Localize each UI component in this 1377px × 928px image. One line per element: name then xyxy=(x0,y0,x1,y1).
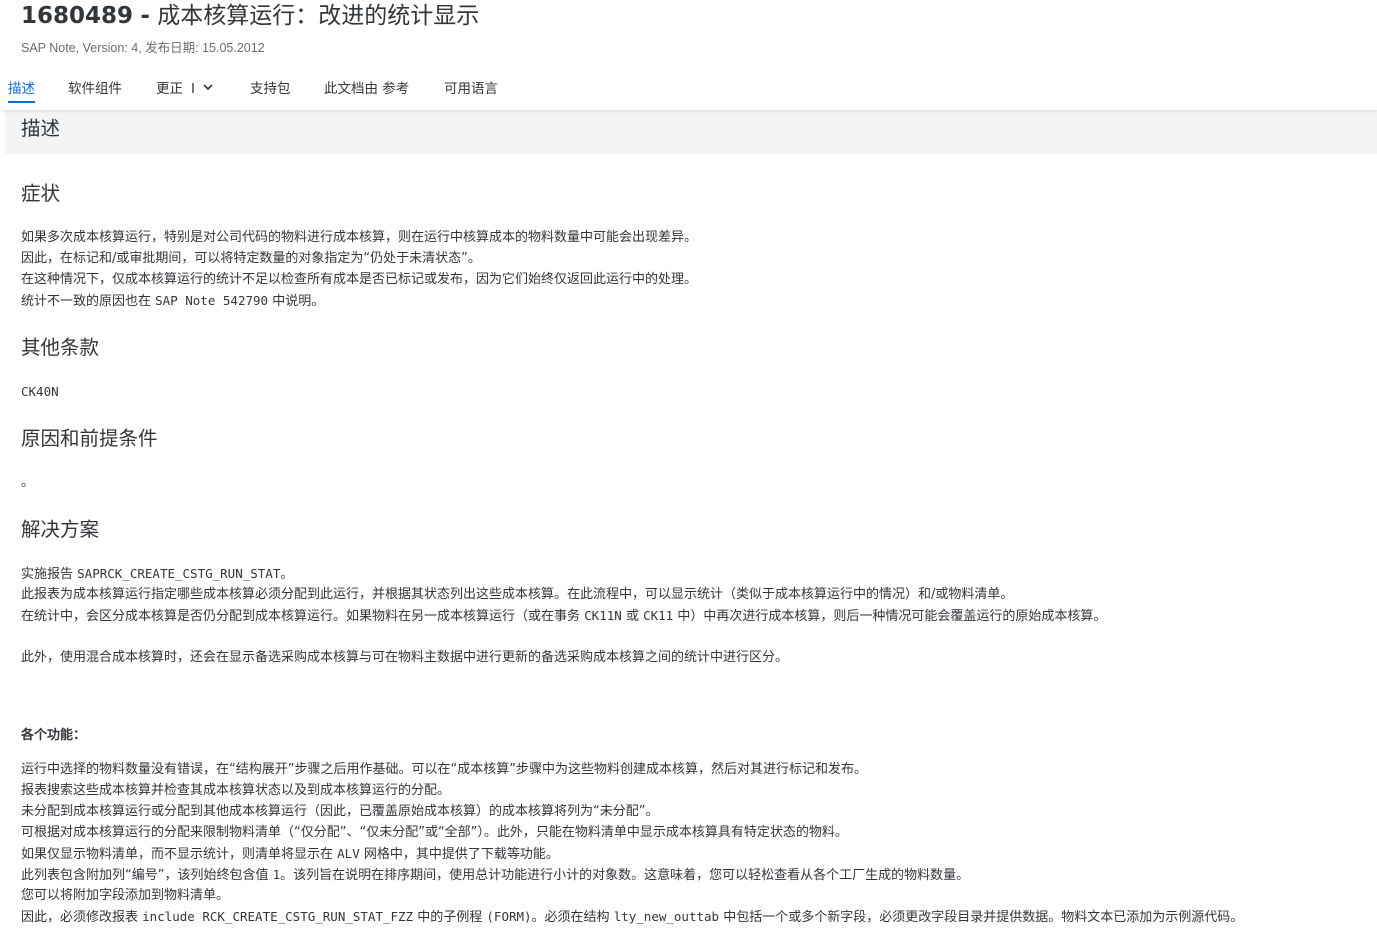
solution-text-fragment: 中）中再次进行成本核算，则后一种情况可能会覆盖运行的原始成本核算。 xyxy=(677,609,1107,624)
solution-text-fragment: 在统计中，会区分成本核算是否仍分配到成本核算运行。如果物料在另一成本核算运行（或… xyxy=(21,609,581,624)
function-text-fragment: 中包括一个或多个新字段，必须更改字段目录并提供数据。物料文本已添加为示例源代码。 xyxy=(723,910,1244,925)
tab-referenced-by[interactable]: 此文档由 参考 xyxy=(324,72,409,110)
tab-bar: 描述 软件组件 更正 I 支持包 此文档由 参考 可用语言 xyxy=(0,72,1377,110)
tab-corrections-count: I xyxy=(191,81,195,97)
tab-description[interactable]: 描述 xyxy=(8,72,35,110)
symptom-line: 如果多次成本核算运行，特别是对公司代码的物料进行成本核算，则在运行中核算成本的物… xyxy=(21,230,698,245)
solution-text-fragment: 或 xyxy=(625,609,639,624)
page-title: 1680489 - 成本核算运行：改进的统计显示 xyxy=(21,1,479,31)
solution-line: 实施报告 SAPRCK_CREATE_CSTG_RUN_STAT。 xyxy=(21,563,1106,584)
function-line: 运行中选择的物料数量没有错误，在“结构展开”步骤之后用作基础。可以在“成本核算”… xyxy=(21,762,867,777)
tab-software-components[interactable]: 软件组件 xyxy=(68,72,122,110)
solution-line: 此外，使用混合成本核算时，还会在显示备选采购成本核算与可在物料主数据中进行更新的… xyxy=(21,650,789,665)
tab-support-packages[interactable]: 支持包 xyxy=(250,72,291,110)
symptom-line: 在这种情况下，仅成本核算运行的统计不足以检查所有成本是否已标记或发布，因为它们始… xyxy=(21,272,698,287)
function-text-fragment: 因此，必须修改报表 xyxy=(21,910,139,925)
section-title: 描述 xyxy=(21,117,61,140)
tab-support-packages-label: 支持包 xyxy=(250,81,291,97)
note-subtitle: SAP Note, Version: 4, 发布日期: 15.05.2012 xyxy=(21,41,265,55)
function-line: 可根据对成本核算运行的分配来限制物料清单（“仅分配”、“仅未分配”或“全部”）。… xyxy=(21,825,848,840)
report-name: SAPRCK_CREATE_CSTG_RUN_STAT xyxy=(77,566,281,581)
function-text-fragment: 。该列旨在说明在排序期间，使用总计功能进行小计的对象数。这意味着，您可以轻松查看… xyxy=(280,868,970,883)
include-name: include RCK_CREATE_CSTG_RUN_STAT_FZZ xyxy=(142,909,414,924)
reason-heading: 原因和前提条件 xyxy=(21,427,158,450)
tab-corrections-label: 更正 xyxy=(156,81,183,97)
symptom-line: 因此，在标记和/或审批期间，可以将特定数量的对象指定为“仍处于未清状态”。 xyxy=(21,251,481,266)
symptom-text-fragment: 统计不一致的原因也在 xyxy=(21,294,152,309)
title-separator: - xyxy=(140,3,150,29)
solution-line: 此报表为成本核算运行指定哪些成本核算必须分配到此运行，并根据其状态列出这些成本核… xyxy=(21,587,1014,602)
sap-note-ref: SAP Note 542790 xyxy=(155,293,269,308)
note-title: 成本核算运行：改进的统计显示 xyxy=(157,3,480,29)
page-header: 1680489 - 成本核算运行：改进的统计显示 SAP Note, Versi… xyxy=(0,0,1377,110)
function-line: 未分配到成本核算运行或分配到其他成本核算运行（因此，已覆盖原始成本核算）的成本核… xyxy=(21,804,659,819)
solution-text-fragment: 实施报告 xyxy=(21,567,74,582)
function-line: 如果仅显示物料清单，而不显示统计，则清单将显示在 ALV 网格中，其中提供了下载… xyxy=(21,843,1243,864)
other-terms-text: CK40N xyxy=(21,384,59,399)
function-text-fragment: 中的子例程 xyxy=(417,910,483,925)
chevron-down-icon[interactable] xyxy=(201,80,215,94)
tab-languages[interactable]: 可用语言 xyxy=(444,72,498,110)
tab-description-label: 描述 xyxy=(8,81,35,97)
other-terms-heading: 其他条款 xyxy=(21,336,100,359)
note-content: 症状 如果多次成本核算运行，特别是对公司代码的物料进行成本核算，则在运行中核算成… xyxy=(5,154,1377,928)
symptom-text: 如果多次成本核算运行，特别是对公司代码的物料进行成本核算，则在运行中核算成本的物… xyxy=(21,227,697,311)
functions-text: 运行中选择的物料数量没有错误，在“结构展开”步骤之后用作基础。可以在“成本核算”… xyxy=(21,759,1243,927)
tab-corrections[interactable]: 更正 I xyxy=(156,72,215,110)
functions-heading: 各个功能： xyxy=(21,728,87,743)
reason-text: 。 xyxy=(21,475,35,490)
solution-text-fragment: 。 xyxy=(280,567,294,582)
tab-languages-label: 可用语言 xyxy=(444,81,498,97)
symptom-line: 统计不一致的原因也在 SAP Note 542790 中说明。 xyxy=(21,290,697,311)
note-id: 1680489 xyxy=(21,3,134,29)
function-text-fragment: 。必须在结构 xyxy=(531,910,610,925)
solution-heading: 解决方案 xyxy=(21,518,100,541)
form-term: (FORM) xyxy=(486,909,532,924)
alv-term: ALV xyxy=(337,846,360,861)
function-text-fragment: 此列表包含附加列“编号”，该列始终包含值 xyxy=(21,868,269,883)
function-line: 因此，必须修改报表 include RCK_CREATE_CSTG_RUN_ST… xyxy=(21,906,1243,927)
section-header: 描述 xyxy=(5,110,1377,154)
function-line: 此列表包含附加列“编号”，该列始终包含值 1。该列旨在说明在排序期间，使用总计功… xyxy=(21,864,1243,885)
function-line: 您可以将附加字段添加到物料清单。 xyxy=(21,888,230,903)
function-text-fragment: 网格中，其中提供了下载等功能。 xyxy=(363,847,559,862)
symptom-heading: 症状 xyxy=(21,182,61,205)
transaction-code: CK11N xyxy=(584,608,622,623)
transaction-code: CK11 xyxy=(643,608,674,623)
tab-referenced-by-label: 此文档由 参考 xyxy=(324,81,410,97)
function-text-fragment: 如果仅显示物料清单，而不显示统计，则清单将显示在 xyxy=(21,847,334,862)
structure-name: lty_new_outtab xyxy=(613,909,720,924)
solution-line: 在统计中，会区分成本核算是否仍分配到成本核算运行。如果物料在另一成本核算运行（或… xyxy=(21,605,1106,626)
solution-text: 实施报告 SAPRCK_CREATE_CSTG_RUN_STAT。 此报表为成本… xyxy=(21,563,1106,668)
function-line: 报表搜索这些成本核算并检查其成本核算状态以及到成本核算运行的分配。 xyxy=(21,783,451,798)
symptom-text-fragment: 中说明。 xyxy=(272,294,325,309)
tab-software-components-label: 软件组件 xyxy=(68,81,122,97)
